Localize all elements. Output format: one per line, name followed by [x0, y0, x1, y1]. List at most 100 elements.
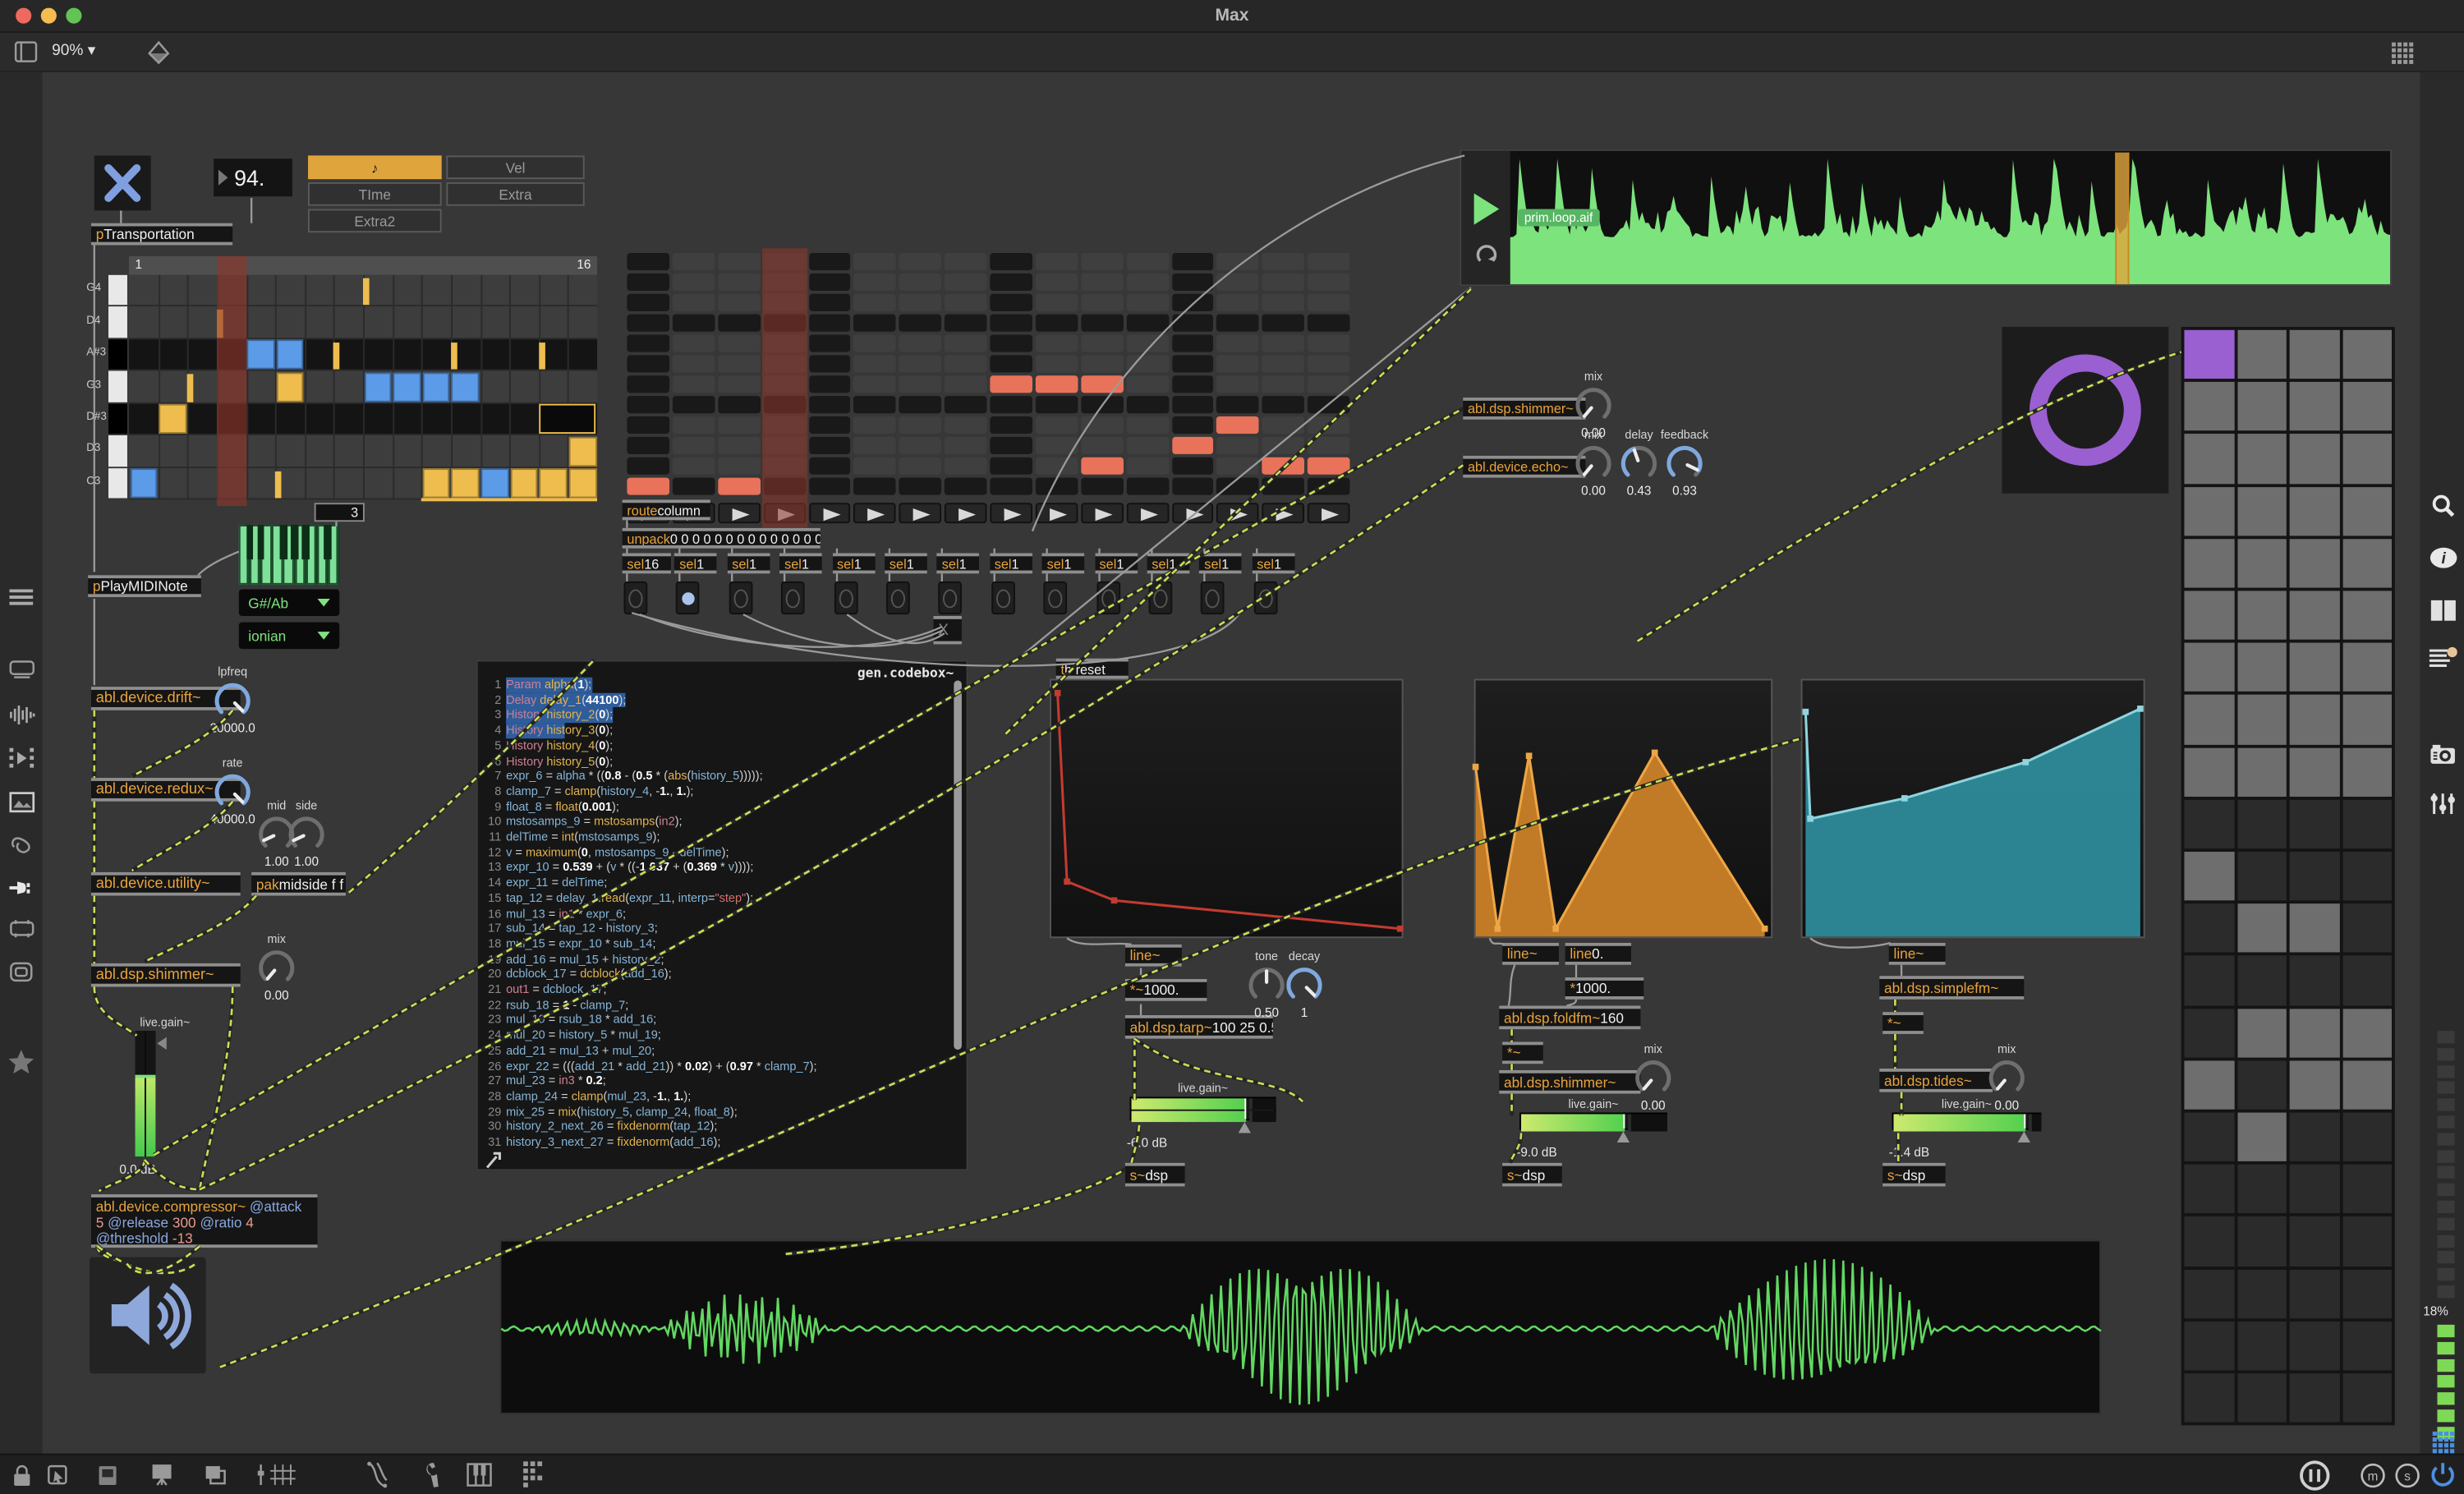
- code-line[interactable]: 19add_16 = mul_15 + history_2;: [480, 952, 954, 968]
- matrix-cell[interactable]: [1036, 315, 1078, 332]
- grid-pad[interactable]: [2290, 747, 2339, 797]
- matrix-cell[interactable]: [854, 457, 896, 475]
- matrix-cell[interactable]: [1308, 294, 1349, 311]
- matrix-cell[interactable]: [990, 294, 1032, 311]
- grid-pad[interactable]: [2237, 903, 2287, 953]
- matrix-cell[interactable]: [718, 294, 760, 311]
- matrix-cell[interactable]: [1036, 335, 1078, 352]
- matrix-cell[interactable]: [627, 478, 669, 495]
- grid-pad[interactable]: [2184, 1009, 2233, 1058]
- matrix-cell[interactable]: [808, 315, 850, 332]
- black-key[interactable]: [291, 525, 298, 559]
- piano-roll-note[interactable]: [480, 468, 508, 498]
- code-line[interactable]: 1Param alpha(1);: [480, 678, 954, 693]
- black-key[interactable]: [246, 525, 254, 559]
- grid-pad[interactable]: [2290, 1373, 2339, 1423]
- matrix-cell[interactable]: [627, 274, 669, 291]
- matrix-cell[interactable]: [673, 355, 715, 372]
- matrix-cell[interactable]: [1262, 335, 1304, 352]
- launch-grid[interactable]: [2181, 327, 2395, 1426]
- t-b-reset[interactable]: t b reset: [1056, 659, 1129, 679]
- column-play-button[interactable]: [1171, 503, 1213, 523]
- grid-pad[interactable]: [2290, 903, 2339, 953]
- matrix-cell[interactable]: [718, 437, 760, 454]
- grid-pad[interactable]: [2342, 903, 2392, 953]
- matrix-cell[interactable]: [1308, 437, 1349, 454]
- matrix-cell[interactable]: [899, 457, 941, 475]
- mixer-icon[interactable]: [2430, 792, 2457, 816]
- matrix-cell[interactable]: [808, 253, 850, 270]
- code-line[interactable]: 3History history_2(0);: [480, 708, 954, 724]
- gen-codebox[interactable]: gen.codebox~1Param alpha(1);2Delay delay…: [476, 660, 968, 1171]
- sel-object-0[interactable]: sel 16: [623, 553, 671, 573]
- matrix-cell[interactable]: [1036, 437, 1078, 454]
- code-line[interactable]: 31history_3_next_27 = fixdenorm(add_16);: [480, 1135, 954, 1151]
- column-play-button[interactable]: [990, 503, 1032, 523]
- matrix-cell[interactable]: [854, 335, 896, 352]
- matrix-cell[interactable]: [808, 437, 850, 454]
- column-play-button[interactable]: [854, 503, 896, 523]
- code-line[interactable]: 30history_2_next_26 = fixdenorm(tap_12);: [480, 1119, 954, 1135]
- grid-pad[interactable]: [2184, 799, 2233, 848]
- sel-object-2[interactable]: sel 1: [727, 553, 770, 573]
- gain-meter[interactable]: [1519, 1113, 1667, 1130]
- grid-pad[interactable]: [2342, 1322, 2392, 1371]
- matrix-cell[interactable]: [1126, 375, 1168, 393]
- grid-pad[interactable]: [2290, 1269, 2339, 1318]
- plug-icon[interactable]: [9, 877, 34, 899]
- toggle-x-button[interactable]: [94, 155, 151, 210]
- sel-object-12[interactable]: sel 1: [1252, 553, 1294, 573]
- paint-mode-icon[interactable]: [145, 39, 172, 67]
- matrix-cell[interactable]: [1262, 253, 1304, 270]
- piano-roll-note[interactable]: [276, 340, 304, 370]
- matrix-cell[interactable]: [627, 457, 669, 475]
- code-line[interactable]: 27mul_23 = in3 * 0.2;: [480, 1073, 954, 1089]
- piano-roll-header[interactable]: 116: [129, 256, 597, 275]
- solo-status-icon[interactable]: s: [2395, 1463, 2420, 1488]
- octave-number-box[interactable]: 3: [315, 503, 365, 522]
- grid-pad[interactable]: [2342, 695, 2392, 744]
- matrix-cell[interactable]: [1171, 457, 1213, 475]
- grid-pad[interactable]: [2290, 1113, 2339, 1162]
- matrix-cell[interactable]: [945, 396, 986, 413]
- piano-roll-note[interactable]: [452, 468, 480, 498]
- matrix-cell[interactable]: [1171, 396, 1213, 413]
- matrix-cell[interactable]: [1308, 457, 1349, 475]
- scale-dropdown-1[interactable]: ionian: [239, 623, 339, 650]
- info-icon[interactable]: i: [2430, 547, 2457, 569]
- gain-marker-icon[interactable]: [1238, 1122, 1250, 1133]
- matrix-cell[interactable]: [1036, 416, 1078, 434]
- matrix-cell[interactable]: [627, 253, 669, 270]
- code-line[interactable]: 6History history_5(0);: [480, 753, 954, 769]
- bang-button[interactable]: [939, 582, 963, 614]
- grid-pad[interactable]: [2342, 799, 2392, 848]
- matrix-cell[interactable]: [899, 416, 941, 434]
- code-line[interactable]: 14expr_11 = delTime;: [480, 876, 954, 891]
- matrix-cell[interactable]: [1081, 274, 1123, 291]
- matrix-cell[interactable]: [1217, 416, 1259, 434]
- tab-button-time[interactable]: TIme: [308, 182, 442, 206]
- menu-icon[interactable]: [9, 588, 33, 607]
- piano-roll-note-sliver[interactable]: [333, 342, 340, 370]
- code-line[interactable]: 25add_21 = mul_13 + mul_20;: [480, 1043, 954, 1059]
- line-0[interactable]: line 0.: [1565, 943, 1631, 965]
- matrix-sequencer[interactable]: [625, 251, 1351, 531]
- grid-pad[interactable]: [2184, 747, 2233, 797]
- patch-cords-icon[interactable]: [366, 1461, 390, 1488]
- code-line[interactable]: 21out1 = dcblock_17;: [480, 982, 954, 998]
- grid-pad[interactable]: [2290, 956, 2339, 1005]
- piano-roll-note[interactable]: [159, 404, 186, 434]
- matrix-cell[interactable]: [1081, 396, 1123, 413]
- matrix-cell[interactable]: [673, 335, 715, 352]
- grid-pad[interactable]: [2237, 434, 2287, 484]
- device-icon[interactable]: [9, 660, 34, 679]
- grid-pad[interactable]: [2184, 1060, 2233, 1110]
- live-gain-slider-0[interactable]: live.gain~0.0 dB: [72, 1015, 234, 1204]
- grid-pad[interactable]: [2290, 643, 2339, 692]
- grid-pad[interactable]: [2184, 539, 2233, 588]
- piano-roll-note[interactable]: [568, 468, 596, 498]
- piano-roll-note-sliver[interactable]: [539, 342, 545, 370]
- matrix-cell[interactable]: [990, 416, 1032, 434]
- grid-pad[interactable]: [2237, 591, 2287, 640]
- times-sig-3[interactable]: *~: [1882, 1012, 1924, 1034]
